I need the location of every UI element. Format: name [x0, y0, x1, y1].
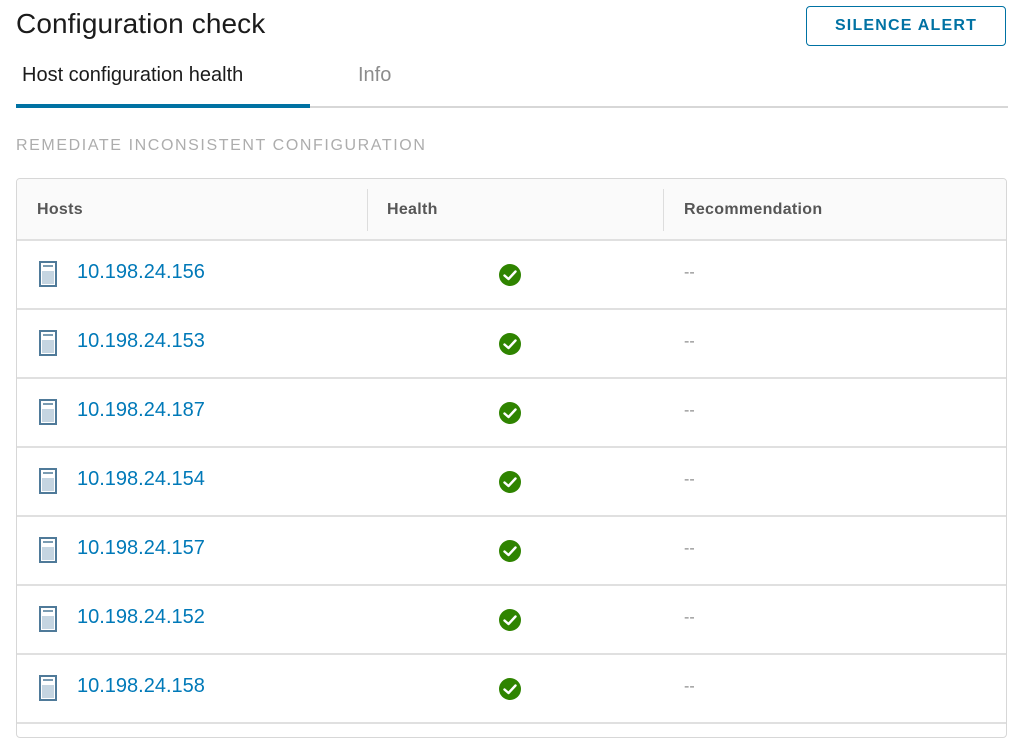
- host-link[interactable]: 10.198.24.157: [77, 537, 205, 560]
- host-server-icon: [39, 399, 57, 425]
- recommendation-text: --: [684, 402, 695, 419]
- tab-host-configuration-health[interactable]: Host configuration health: [16, 64, 310, 108]
- recommendation-text: --: [684, 678, 695, 695]
- table-row: 10.198.24.158 --: [17, 655, 1006, 724]
- host-server-icon: [39, 537, 57, 563]
- table-row: 10.198.24.153 --: [17, 310, 1006, 379]
- column-header-recommendation[interactable]: Recommendation: [684, 201, 822, 219]
- host-link[interactable]: 10.198.24.187: [77, 399, 205, 422]
- check-circle-icon: [498, 263, 522, 287]
- column-separator[interactable]: [367, 189, 368, 231]
- column-header-hosts[interactable]: Hosts: [37, 201, 83, 219]
- host-link[interactable]: 10.198.24.153: [77, 330, 205, 353]
- tab-bar: Host configuration health Info: [16, 56, 1008, 108]
- tab-info[interactable]: Info: [358, 64, 391, 104]
- table-row: 10.198.24.187 --: [17, 379, 1006, 448]
- check-circle-icon: [498, 677, 522, 701]
- section-heading: REMEDIATE INCONSISTENT CONFIGURATION: [16, 137, 427, 154]
- check-circle-icon: [498, 608, 522, 632]
- host-link[interactable]: 10.198.24.156: [77, 261, 205, 284]
- table-row: 10.198.24.154 --: [17, 448, 1006, 517]
- host-server-icon: [39, 330, 57, 356]
- host-link[interactable]: 10.198.24.152: [77, 606, 205, 629]
- column-separator[interactable]: [663, 189, 664, 231]
- host-server-icon: [39, 606, 57, 632]
- silence-alert-button[interactable]: SILENCE ALERT: [806, 6, 1006, 46]
- page-title: Configuration check: [16, 8, 266, 39]
- hosts-datagrid: Hosts Health Recommendation 10.198.24.15…: [16, 178, 1007, 738]
- column-header-health[interactable]: Health: [387, 201, 438, 219]
- table-row: 10.198.24.156 --: [17, 241, 1006, 310]
- grid-body: 10.198.24.156 -- 10.198.24.153 -- 10.198…: [17, 241, 1006, 724]
- grid-header: Hosts Health Recommendation: [17, 179, 1006, 241]
- host-server-icon: [39, 261, 57, 287]
- host-server-icon: [39, 675, 57, 701]
- recommendation-text: --: [684, 540, 695, 557]
- table-row: 10.198.24.152 --: [17, 586, 1006, 655]
- check-circle-icon: [498, 332, 522, 356]
- recommendation-text: --: [684, 609, 695, 626]
- table-row: 10.198.24.157 --: [17, 517, 1006, 586]
- host-link[interactable]: 10.198.24.158: [77, 675, 205, 698]
- recommendation-text: --: [684, 471, 695, 488]
- recommendation-text: --: [684, 264, 695, 281]
- host-server-icon: [39, 468, 57, 494]
- check-circle-icon: [498, 470, 522, 494]
- check-circle-icon: [498, 401, 522, 425]
- host-link[interactable]: 10.198.24.154: [77, 468, 205, 491]
- check-circle-icon: [498, 539, 522, 563]
- recommendation-text: --: [684, 333, 695, 350]
